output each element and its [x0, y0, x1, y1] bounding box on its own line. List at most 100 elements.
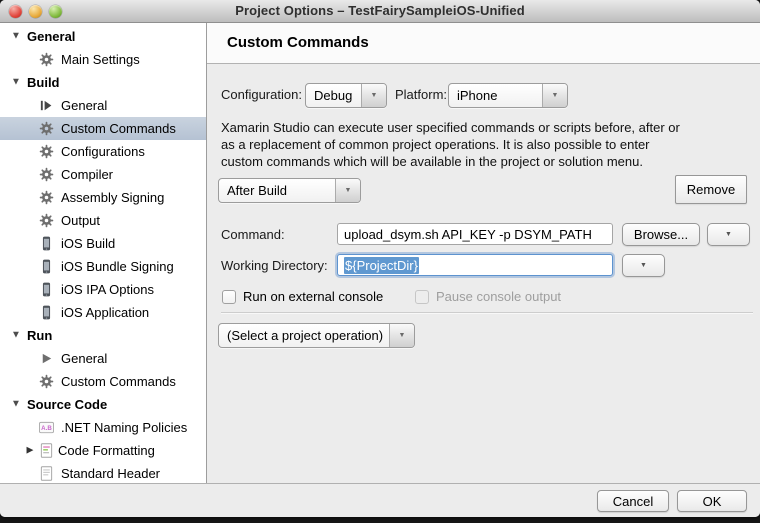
working-directory-dropdown-button[interactable]: ▼: [622, 254, 665, 277]
configuration-select[interactable]: Debug ▼: [305, 83, 387, 108]
sidebar-item-ios-application[interactable]: iOS Application: [0, 301, 206, 324]
sidebar-item-net-naming-policies[interactable]: A.B .NET Naming Policies: [0, 416, 206, 439]
selected-text: ${ProjectDir}: [344, 257, 419, 274]
sidebar-item-output[interactable]: Output: [0, 209, 206, 232]
platform-value: iPhone: [449, 84, 542, 107]
section-label: Build: [27, 75, 60, 90]
iphone-icon: [39, 236, 54, 251]
disclosure-right-icon[interactable]: ▶: [25, 445, 35, 456]
sidebar-item-label: Custom Commands: [61, 121, 176, 136]
chevron-down-icon: ▼: [361, 84, 386, 107]
command-input[interactable]: [337, 223, 613, 245]
zoom-window-icon[interactable]: [49, 5, 62, 18]
sidebar-item-custom-commands[interactable]: Custom Commands: [0, 117, 206, 140]
dialog-footer: Cancel OK: [0, 483, 760, 517]
platform-label: Platform:: [395, 87, 447, 102]
gear-icon: [39, 144, 54, 159]
working-directory-input[interactable]: ${ProjectDir}: [337, 254, 613, 276]
sidebar-item-ios-build[interactable]: iOS Build: [0, 232, 206, 255]
titlebar[interactable]: Project Options – TestFairySampleiOS-Uni…: [0, 0, 760, 23]
sidebar-item-ios-bundle-signing[interactable]: iOS Bundle Signing: [0, 255, 206, 278]
close-window-icon[interactable]: [9, 5, 22, 18]
sidebar-item-label: .NET Naming Policies: [61, 420, 187, 435]
ab-icon: A.B: [39, 420, 54, 435]
disclosure-down-icon[interactable]: ▼: [11, 77, 21, 88]
minimize-window-icon[interactable]: [29, 5, 42, 18]
gear-icon: [39, 167, 54, 182]
page-title: Custom Commands: [207, 23, 760, 63]
sidebar-item-label: Custom Commands: [61, 374, 176, 389]
disclosure-down-icon[interactable]: ▼: [11, 31, 21, 42]
disclosure-down-icon[interactable]: ▼: [11, 399, 21, 410]
sidebar-item-general[interactable]: General: [0, 94, 206, 117]
project-operation-select[interactable]: (Select a project operation) ▼: [218, 323, 415, 348]
platform-select[interactable]: iPhone ▼: [448, 83, 568, 108]
section-divider: [221, 312, 753, 314]
sidebar-item-compiler[interactable]: Compiler: [0, 163, 206, 186]
cancel-button[interactable]: Cancel: [597, 490, 669, 512]
description-text: Xamarin Studio can execute user specifie…: [221, 119, 680, 170]
iphone-icon: [39, 305, 54, 320]
sidebar-item-custom-commands[interactable]: Custom Commands: [0, 370, 206, 393]
doc-code-icon: [39, 443, 54, 458]
sidebar-item-code-formatting[interactable]: ▶ Code Formatting: [0, 439, 206, 462]
sidebar-item-label: Main Settings: [61, 52, 140, 67]
pause-console-output-label: Pause console output: [436, 289, 561, 304]
sidebar-item-label: iOS Build: [61, 236, 115, 251]
sidebar-item-main-settings[interactable]: Main Settings: [0, 48, 206, 71]
sidebar-item-assembly-signing[interactable]: Assembly Signing: [0, 186, 206, 209]
panel-header: Custom Commands: [207, 23, 760, 64]
sidebar-item-label: iOS Bundle Signing: [61, 259, 174, 274]
main-panel: Custom Commands Configuration: Debug ▼ P…: [207, 23, 760, 483]
sidebar-section-source-code[interactable]: ▼ Source Code: [0, 393, 206, 416]
command-event-select[interactable]: After Build ▼: [218, 178, 361, 203]
gear-icon: [39, 213, 54, 228]
play-icon: [39, 351, 54, 366]
sidebar-item-label: Standard Header: [61, 466, 160, 481]
sidebar-item-ios-ipa-options[interactable]: iOS IPA Options: [0, 278, 206, 301]
run-external-console-label: Run on external console: [243, 289, 383, 304]
sidebar-item-label: Compiler: [61, 167, 113, 182]
run-external-console-checkbox[interactable]: [222, 290, 236, 304]
sidebar-section-run[interactable]: ▼ Run: [0, 324, 206, 347]
section-label: Source Code: [27, 397, 107, 412]
iphone-icon: [39, 259, 54, 274]
sidebar-section-build[interactable]: ▼ Build: [0, 71, 206, 94]
ok-button[interactable]: OK: [677, 490, 747, 512]
working-directory-label: Working Directory:: [221, 258, 328, 273]
project-operation-value: (Select a project operation): [219, 324, 389, 347]
command-options-dropdown-button[interactable]: ▼: [707, 223, 750, 246]
section-label: General: [27, 29, 75, 44]
sidebar-item-label: Assembly Signing: [61, 190, 164, 205]
doc-icon: [39, 466, 54, 481]
gear-icon: [39, 121, 54, 136]
remove-button[interactable]: Remove: [675, 175, 747, 204]
build-icon: [39, 98, 54, 113]
sidebar-item-label: Output: [61, 213, 100, 228]
configuration-label: Configuration:: [221, 87, 302, 102]
iphone-icon: [39, 282, 54, 297]
sidebar-tree: ▼ General Main Settings ▼ Build General Custom…: [0, 23, 207, 483]
configuration-value: Debug: [306, 84, 361, 107]
svg-text:A.B: A.B: [41, 425, 52, 432]
sidebar-item-label: Code Formatting: [58, 443, 155, 458]
project-options-window: Project Options – TestFairySampleiOS-Uni…: [0, 0, 760, 517]
sidebar-item-general[interactable]: General: [0, 347, 206, 370]
sidebar-item-standard-header[interactable]: Standard Header: [0, 462, 206, 483]
section-label: Run: [27, 328, 52, 343]
command-label: Command:: [221, 227, 285, 242]
sidebar-item-label: Configurations: [61, 144, 145, 159]
sidebar-item-label: iOS Application: [61, 305, 149, 320]
gear-icon: [39, 52, 54, 67]
sidebar-item-label: General: [61, 351, 107, 366]
disclosure-down-icon[interactable]: ▼: [11, 330, 21, 341]
browse-button[interactable]: Browse...: [622, 223, 700, 246]
window-title: Project Options – TestFairySampleiOS-Uni…: [0, 0, 760, 22]
sidebar-item-configurations[interactable]: Configurations: [0, 140, 206, 163]
sidebar-section-general[interactable]: ▼ General: [0, 25, 206, 48]
gear-icon: [39, 374, 54, 389]
pause-console-output-checkbox: [415, 290, 429, 304]
command-event-value: After Build: [219, 179, 335, 202]
chevron-down-icon: ▼: [389, 324, 414, 347]
gear-icon: [39, 190, 54, 205]
